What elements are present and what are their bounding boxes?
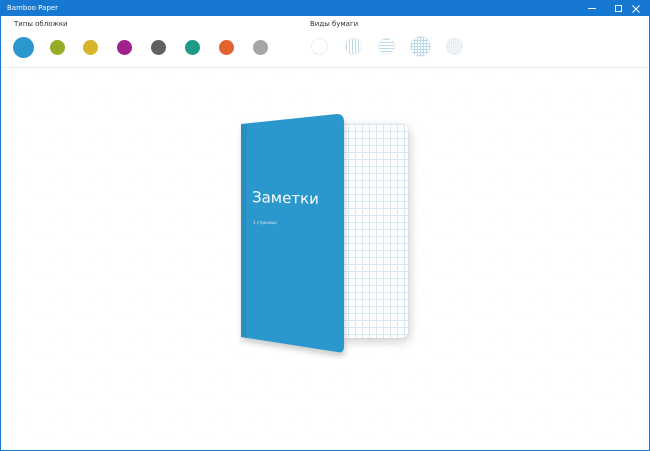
- cover-color-yellow[interactable]: [82, 39, 98, 55]
- paper-type-horizontal-lines[interactable]: [377, 37, 395, 55]
- app-window: Bamboo Paper Типы обложки Виды бумаги За…: [0, 0, 650, 451]
- paper-type-grid[interactable]: [409, 35, 431, 57]
- close-icon: [632, 4, 640, 13]
- paper-types-label: Виды бумаги: [310, 20, 359, 28]
- close-button[interactable]: [623, 1, 649, 16]
- title-bar: Bamboo Paper: [1, 1, 649, 16]
- paper-type-fine-grid[interactable]: [445, 37, 463, 55]
- maximize-icon: [614, 5, 622, 12]
- cover-types-label: Типы обложки: [14, 20, 68, 28]
- toolbar: Типы обложки Виды бумаги: [1, 16, 649, 68]
- paper-type-vertical-lines[interactable]: [344, 37, 362, 55]
- cover-color-olive[interactable]: [49, 39, 65, 55]
- cover-color-blue[interactable]: [12, 36, 34, 58]
- notebook-cover: [241, 114, 344, 353]
- minimize-button[interactable]: [579, 1, 605, 16]
- cover-color-gray[interactable]: [150, 39, 166, 55]
- paper-type-blank[interactable]: [310, 37, 328, 55]
- notebook-canvas: Заметки 1 страница: [1, 69, 649, 450]
- cover-color-teal[interactable]: [184, 39, 200, 55]
- notebook[interactable]: Заметки 1 страница: [237, 114, 412, 359]
- cover-color-light-gray[interactable]: [252, 39, 268, 55]
- cover-color-orange[interactable]: [218, 39, 234, 55]
- minimize-icon: [588, 8, 596, 9]
- window-title: Bamboo Paper: [7, 4, 58, 12]
- cover-color-purple[interactable]: [116, 39, 132, 55]
- notebook-page-count: 1 страница: [253, 220, 277, 225]
- notebook-title: Заметки: [252, 188, 319, 208]
